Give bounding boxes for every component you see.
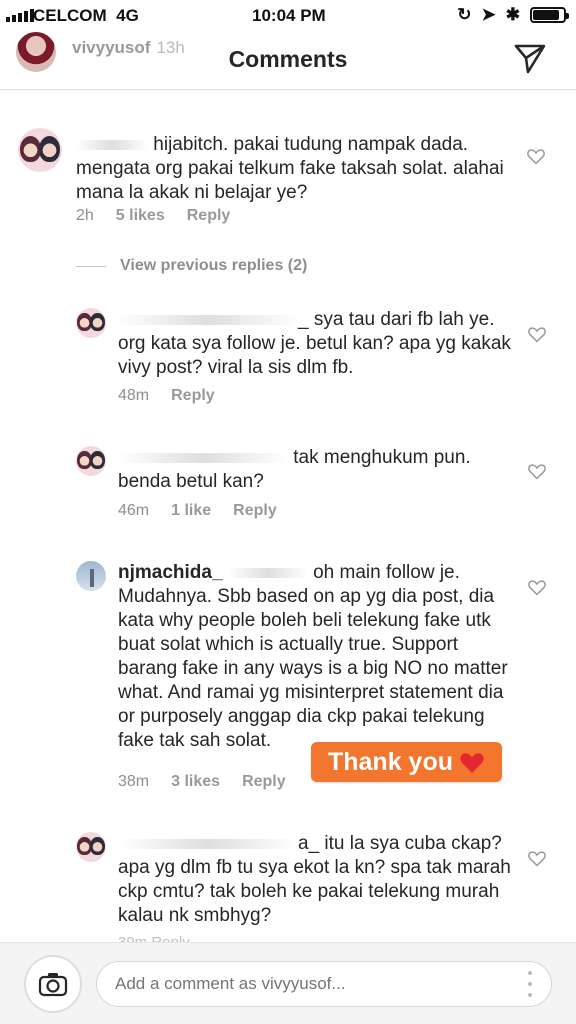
reply-button[interactable]: Reply [233,502,277,520]
carrier-name: CELCOM 4G [33,6,139,25]
camera-icon [38,973,68,997]
redacted-username [118,452,288,463]
heart-outline-icon[interactable] [526,146,546,166]
send-icon[interactable] [512,40,548,76]
comment-text: _ sya tau dari fb lah ye. org kata sya f… [118,309,511,378]
comment-meta: 46m 1 like Reply [118,502,277,520]
red-heart-icon [460,753,484,773]
heart-outline-icon[interactable] [527,577,547,597]
avatar[interactable] [76,446,106,476]
reply-button[interactable]: Reply [187,207,231,225]
comment-time: 2h [76,207,94,224]
avatar[interactable] [76,561,106,591]
bluetooth-icon: ✱ [505,5,520,24]
reply-button[interactable]: Reply [242,773,286,791]
battery-icon [530,7,569,23]
orientation-lock-icon: ↻ [457,5,472,24]
header: vivyyusof 13h Comments [0,30,576,90]
comment-text: a_ itu la sya cuba ckap? apa yg dlm fb t… [118,833,511,926]
likes-count[interactable]: 1 like [171,502,211,520]
redacted-username [76,139,148,150]
comment-time: 48m [118,387,150,404]
likes-count[interactable]: 5 likes [116,207,165,225]
comment-meta: 2h 5 likes Reply [76,207,230,225]
comment-text: njmachida_ oh main follow je. Mudahnya. … [118,562,508,751]
avatar[interactable] [18,128,62,172]
redacted-username [227,567,308,578]
camera-button[interactable] [24,955,82,1013]
redacted-username [118,314,298,325]
likes-count[interactable]: 3 likes [171,773,220,791]
comment-text: hijabitch. pakai tudung nampak dada. men… [76,134,504,203]
location-icon: ➤ [481,5,496,24]
comment-input[interactable] [96,961,552,1007]
comment-composer [0,942,576,1024]
heart-outline-icon[interactable] [527,324,547,344]
comment-text: tak menghukum pun. benda betul kan? [118,447,471,492]
comment-time: 38m [118,773,150,790]
comment-username[interactable]: njmachida_ [118,562,223,583]
redacted-username [118,838,298,849]
page-title: Comments [228,46,348,72]
clock: 10:04 PM [252,6,326,25]
heart-outline-icon[interactable] [527,848,547,868]
heart-outline-icon[interactable] [527,461,547,481]
view-previous-replies-button[interactable]: View previous replies (2) [76,257,307,275]
avatar[interactable] [76,308,106,338]
comment-meta: 38m 3 likes Reply [118,773,286,791]
status-bar: CELCOM 4G 10:04 PM ↻ ➤ ✱ [0,0,576,30]
more-vertical-icon[interactable] [527,971,533,997]
status-icons: ↻ ➤ ✱ [457,5,569,25]
signal-icon [6,9,34,22]
thank-you-sticker: Thank you [311,742,502,782]
comment-meta: 48m Reply [118,387,215,405]
comment-time: 46m [118,502,150,519]
avatar[interactable] [76,832,106,862]
reply-button[interactable]: Reply [171,387,215,405]
